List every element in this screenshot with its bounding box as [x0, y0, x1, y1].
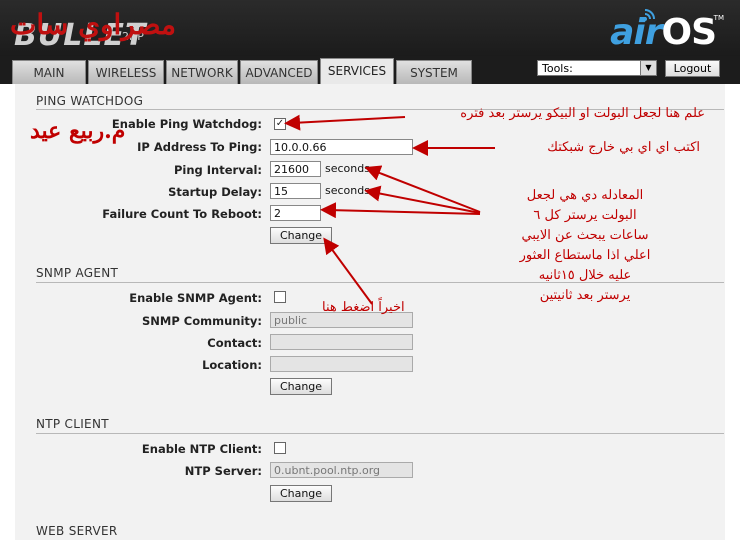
formula-line: عليه خلال ١٥ثانيه — [538, 268, 632, 283]
ping-interval-input[interactable]: 21600 — [270, 161, 321, 177]
ntp-server-input[interactable]: 0.ubnt.pool.ntp.org — [270, 462, 413, 478]
startup-delay-input[interactable]: 15 — [270, 183, 321, 199]
ip-address-input[interactable]: 10.0.0.66 — [270, 139, 413, 155]
change-note-annotation: اخيراً اضغط هنا — [322, 300, 405, 315]
startup-delay-label: Startup Delay: — [168, 185, 262, 199]
tools-dropdown[interactable]: Tools: ▼ — [537, 60, 657, 76]
snmp-change-button[interactable]: Change — [270, 378, 332, 395]
tab-advanced[interactable]: ADVANCED — [240, 60, 318, 84]
enable-ntp-client-label: Enable NTP Client: — [141, 442, 262, 456]
ping-watchdog-title: PING WATCHDOG — [36, 94, 144, 108]
enable-ntp-client-checkbox[interactable] — [274, 442, 286, 454]
ntp-server-label: NTP Server: — [184, 464, 262, 478]
web-server-title: WEB SERVER — [36, 524, 118, 538]
overlay-title-annotation: مصراوي سات — [10, 8, 177, 41]
enable-snmp-agent-label: Enable SNMP Agent: — [129, 291, 262, 305]
snmp-community-label: SNMP Community: — [142, 314, 262, 328]
formula-line: البولت يرستر كل ٦ — [533, 208, 637, 223]
failure-count-input[interactable]: 2 — [270, 205, 321, 221]
tab-services[interactable]: SERVICES — [320, 58, 394, 84]
tools-dropdown-label: Tools: — [542, 62, 573, 75]
formula-line: اعلي اذا ماستطاع العثور — [519, 248, 651, 263]
enable-snmp-agent-checkbox[interactable] — [274, 291, 286, 303]
tab-network[interactable]: NETWORK — [166, 60, 238, 84]
signature-annotation: م.ربيع عيد — [30, 118, 126, 144]
enable-ping-watchdog-checkbox[interactable]: ✓ — [274, 118, 286, 130]
ntp-change-button[interactable]: Change — [270, 485, 332, 502]
formula-line: يرستر بعد ثانيتين — [539, 288, 631, 303]
tab-wireless[interactable]: WIRELESS — [88, 60, 164, 84]
ping-interval-label: Ping Interval: — [173, 163, 262, 177]
section-divider — [36, 433, 724, 434]
trademark-mark: TM — [713, 14, 724, 22]
snmp-contact-label: Contact: — [207, 336, 262, 350]
airos-logo: airOS — [610, 12, 717, 53]
tab-main[interactable]: MAIN — [12, 60, 86, 84]
snmp-agent-title: SNMP AGENT — [36, 266, 119, 280]
formula-note-annotation: المعادله دي هي لجعل البولت يرستر كل ٦ سا… — [480, 186, 690, 306]
enable-note-annotation: علم هنا لجعل البولت او البيكو يرستر بعد … — [460, 106, 705, 121]
tab-system[interactable]: SYSTEM — [396, 60, 472, 84]
snmp-location-input[interactable] — [270, 356, 413, 372]
ping-interval-unit: seconds — [325, 162, 370, 175]
formula-line: المعادله دي هي لجعل — [526, 188, 644, 203]
chevron-down-icon: ▼ — [640, 61, 656, 75]
logout-button[interactable]: Logout — [665, 60, 720, 77]
snmp-location-label: Location: — [202, 358, 262, 372]
snmp-contact-input[interactable] — [270, 334, 413, 350]
failure-count-label: Failure Count To Reboot: — [102, 207, 262, 221]
ip-note-annotation: اكتب اي اي بي خارج شبكتك — [547, 140, 700, 155]
ntp-client-title: NTP CLIENT — [36, 417, 109, 431]
ping-watchdog-change-button[interactable]: Change — [270, 227, 332, 244]
formula-line: ساعات يبحث عن الايبي — [521, 228, 649, 243]
startup-delay-unit: seconds — [325, 184, 370, 197]
